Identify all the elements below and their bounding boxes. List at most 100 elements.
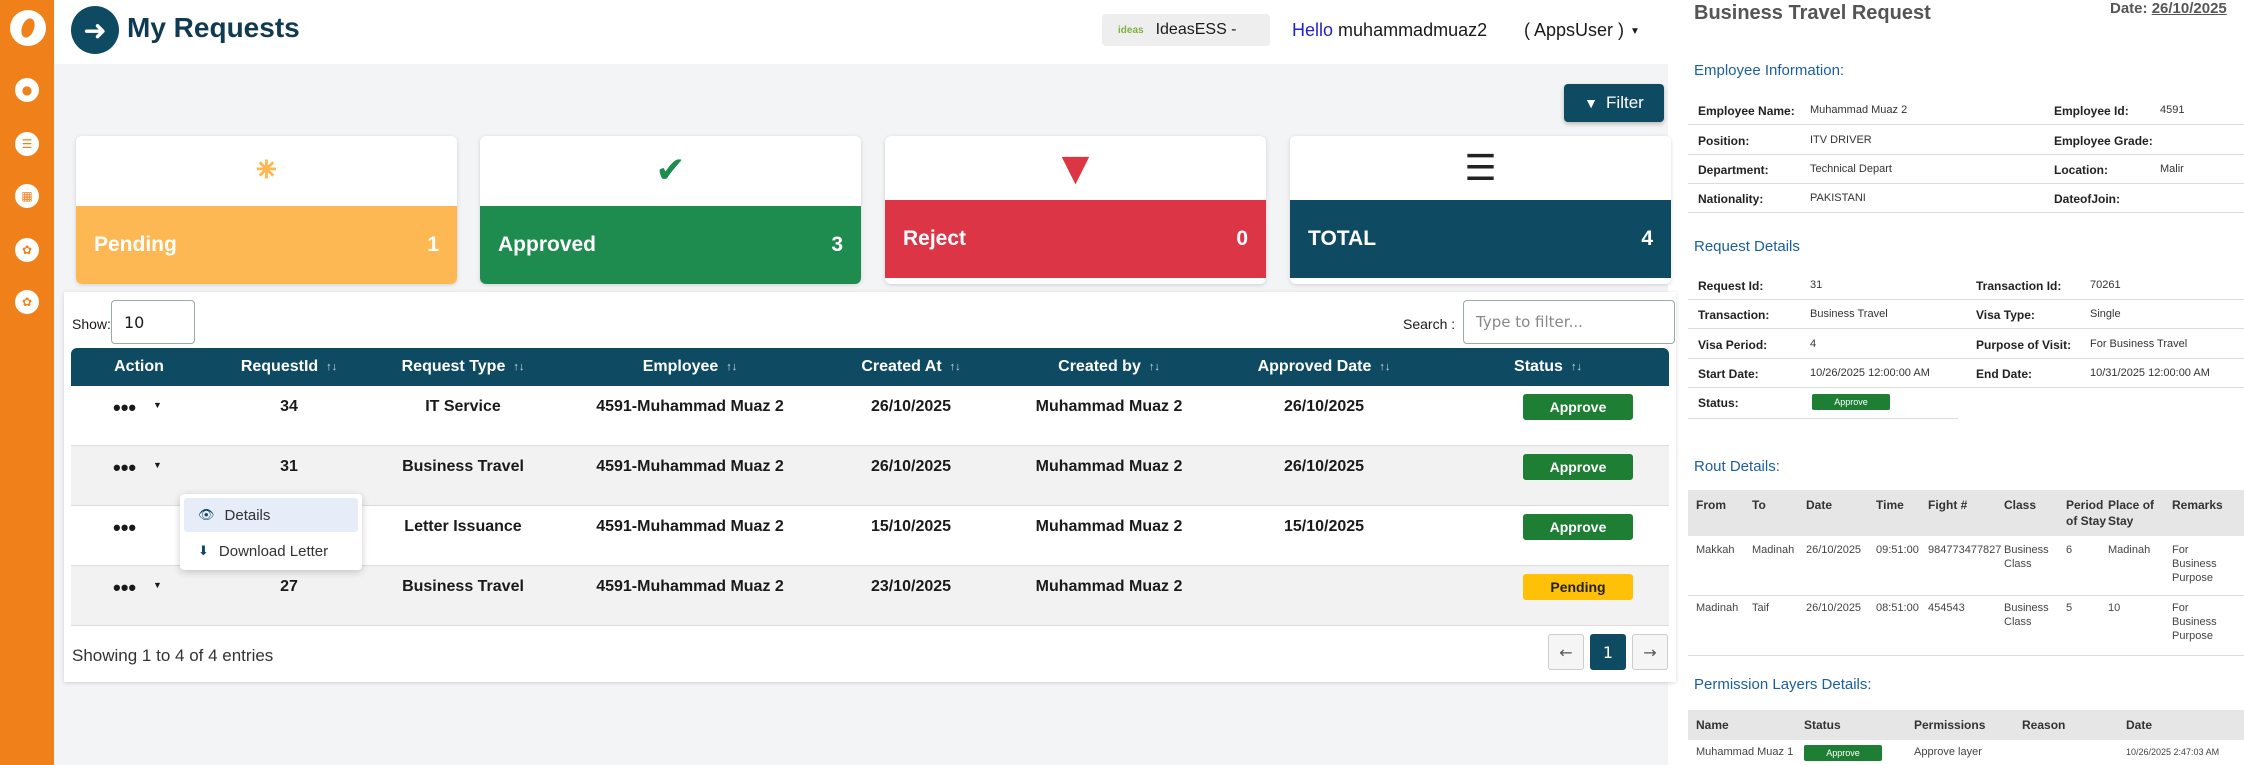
more-actions-icon[interactable]: ••• bbox=[113, 457, 136, 479]
arrow-right-icon: → bbox=[1643, 642, 1657, 662]
sort-icon[interactable]: ↑↓ bbox=[326, 361, 337, 373]
column-label: Status bbox=[1514, 358, 1563, 375]
status-badge: Approve bbox=[1523, 454, 1633, 480]
column-header-approved-date[interactable]: Approved Date ↑↓ bbox=[1221, 348, 1427, 386]
created-at: 26/10/2025 bbox=[870, 398, 952, 415]
eye-icon: 👁 bbox=[198, 507, 215, 522]
pending-card[interactable]: ⁕ Pending 1 bbox=[76, 136, 457, 284]
route-to: Madinah bbox=[1752, 544, 1795, 556]
request-type: Letter Issuance bbox=[404, 518, 522, 535]
filter-button[interactable]: ▼ Filter bbox=[1564, 84, 1664, 122]
leaf-icon[interactable]: ✿ bbox=[15, 238, 39, 262]
more-actions-icon[interactable]: ••• bbox=[113, 397, 136, 419]
approved-date: 26/10/2025 bbox=[1283, 398, 1365, 415]
total-card[interactable]: ☰ TOTAL 4 bbox=[1290, 136, 1671, 284]
column-label: Created by bbox=[1058, 358, 1141, 375]
divider bbox=[1688, 183, 2244, 184]
leaf-logo-icon bbox=[18, 16, 38, 40]
more-actions-icon[interactable]: ••• bbox=[113, 517, 136, 539]
visa-period-value: 4 bbox=[1810, 338, 1817, 350]
route-period: 6 bbox=[2066, 544, 2073, 556]
page-size-input[interactable]: 10 bbox=[111, 300, 195, 344]
employee: 4591-Muhammad Muaz 2 bbox=[596, 398, 784, 415]
table-icon[interactable]: ▦ bbox=[15, 184, 39, 208]
sort-icon[interactable]: ↑↓ bbox=[950, 361, 961, 373]
column-header-request-type[interactable]: Request Type ↑↓ bbox=[371, 348, 555, 386]
sort-icon[interactable]: ↑↓ bbox=[1571, 361, 1582, 373]
more-actions-icon[interactable]: ••• bbox=[113, 577, 136, 599]
column-header-requestid[interactable]: RequestId ↑↓ bbox=[207, 348, 371, 386]
details-menu-item[interactable]: 👁 Details bbox=[184, 498, 358, 532]
route-remarks-line2: Business bbox=[2172, 558, 2217, 570]
route-date: 26/10/2025 bbox=[1806, 544, 1862, 556]
reject-label: Reject bbox=[903, 227, 967, 250]
search-label: Search : bbox=[1403, 316, 1456, 332]
column-label: Created At bbox=[861, 358, 942, 375]
approved-date: 15/10/2025 bbox=[1283, 518, 1365, 535]
route-col-period-line1: Period bbox=[2066, 498, 2104, 512]
hello-label: Hello bbox=[1292, 20, 1334, 40]
column-label: Request Type bbox=[401, 358, 506, 375]
route-flight: 984773477827 bbox=[1928, 544, 2002, 556]
arrow-left-icon: ← bbox=[1559, 642, 1573, 662]
app-logo[interactable] bbox=[10, 10, 46, 46]
user-role-menu[interactable]: ( AppsUser ) ▼ bbox=[1524, 20, 1640, 41]
next-page-button[interactable]: → bbox=[1632, 634, 1668, 670]
date-label: Date: bbox=[2110, 0, 2148, 17]
request-id-value: 31 bbox=[1810, 279, 1823, 291]
status-label: Status: bbox=[1698, 396, 1739, 410]
route-class-line1: Business bbox=[2004, 544, 2049, 556]
download-icon: ⬇ bbox=[198, 543, 209, 558]
prev-page-button[interactable]: ← bbox=[1548, 634, 1584, 670]
sort-icon[interactable]: ↑↓ bbox=[1149, 361, 1160, 373]
perm-col-permissions: Permissions bbox=[1914, 718, 1986, 732]
request-id: 34 bbox=[280, 398, 298, 415]
leaf-icon-2[interactable]: ✿ bbox=[15, 290, 39, 314]
sort-icon[interactable]: ↑↓ bbox=[1379, 361, 1390, 373]
column-header-created-at[interactable]: Created At ↑↓ bbox=[825, 348, 997, 386]
route-to: Taif bbox=[1752, 602, 1770, 614]
org-switcher[interactable]: ideas IdeasESS - bbox=[1102, 14, 1270, 46]
sort-icon[interactable]: ↑↓ bbox=[726, 361, 737, 373]
divider bbox=[1688, 212, 2244, 213]
column-header-created-by[interactable]: Created by ↑↓ bbox=[997, 348, 1221, 386]
caret-down-icon[interactable]: ▼ bbox=[153, 580, 162, 590]
employee: 4591-Muhammad Muaz 2 bbox=[596, 458, 784, 475]
position-label: Position: bbox=[1698, 134, 1750, 148]
caret-down-icon: ▼ bbox=[1630, 25, 1640, 37]
perm-status-badge: Approve bbox=[1804, 745, 1882, 761]
total-band: TOTAL 4 bbox=[1290, 200, 1671, 278]
column-header-status[interactable]: Status ↑↓ bbox=[1427, 348, 1669, 386]
filter-label: Filter bbox=[1606, 93, 1644, 112]
start-date-value: 10/26/2025 12:00:00 AM bbox=[1810, 367, 1930, 379]
route-class-line2: Class bbox=[2004, 558, 2032, 570]
user-group-icon[interactable]: ● bbox=[15, 78, 39, 102]
detail-date: Date: 26/10/2025 bbox=[2110, 0, 2227, 17]
visa-type-value: Single bbox=[2090, 308, 2121, 320]
top-bar: ➜ My Requests ideas IdeasESS - Hello muh… bbox=[54, 0, 1668, 64]
sort-icon[interactable]: ↑↓ bbox=[513, 361, 524, 373]
approved-card[interactable]: ✔ Approved 3 bbox=[480, 136, 861, 284]
location: Malir bbox=[2160, 163, 2184, 175]
route-table-header: From To Date Time Fight # Class Period o… bbox=[1688, 490, 2244, 536]
employee-section-title: Employee Information: bbox=[1694, 62, 1845, 79]
search-input[interactable]: Type to filter... bbox=[1463, 300, 1675, 344]
divider bbox=[1688, 328, 2244, 329]
request-type: Business Travel bbox=[402, 578, 524, 595]
route-col-place-line2: Stay bbox=[2108, 514, 2134, 528]
column-header-employee[interactable]: Employee ↑↓ bbox=[555, 348, 825, 386]
checkmark-icon: ✔ bbox=[655, 149, 686, 191]
start-date-label: Start Date: bbox=[1698, 367, 1759, 381]
perm-col-reason: Reason bbox=[2022, 718, 2066, 732]
caret-down-icon[interactable]: ▼ bbox=[153, 460, 162, 470]
page-button[interactable]: 1 bbox=[1590, 634, 1626, 670]
route-class-line1: Business bbox=[2004, 602, 2049, 614]
row-action-menu: 👁 Details ⬇ Download Letter bbox=[180, 494, 362, 570]
reject-card[interactable]: ▼ Reject 0 bbox=[885, 136, 1266, 284]
download-letter-menu-item[interactable]: ⬇ Download Letter bbox=[184, 534, 358, 568]
permission-section-title: Permission Layers Details: bbox=[1694, 676, 1872, 693]
route-col-class: Class bbox=[2004, 498, 2037, 512]
list-icon[interactable]: ☰ bbox=[15, 132, 39, 156]
purpose-label: Purpose of Visit: bbox=[1976, 338, 2072, 352]
caret-down-icon[interactable]: ▼ bbox=[153, 400, 162, 410]
